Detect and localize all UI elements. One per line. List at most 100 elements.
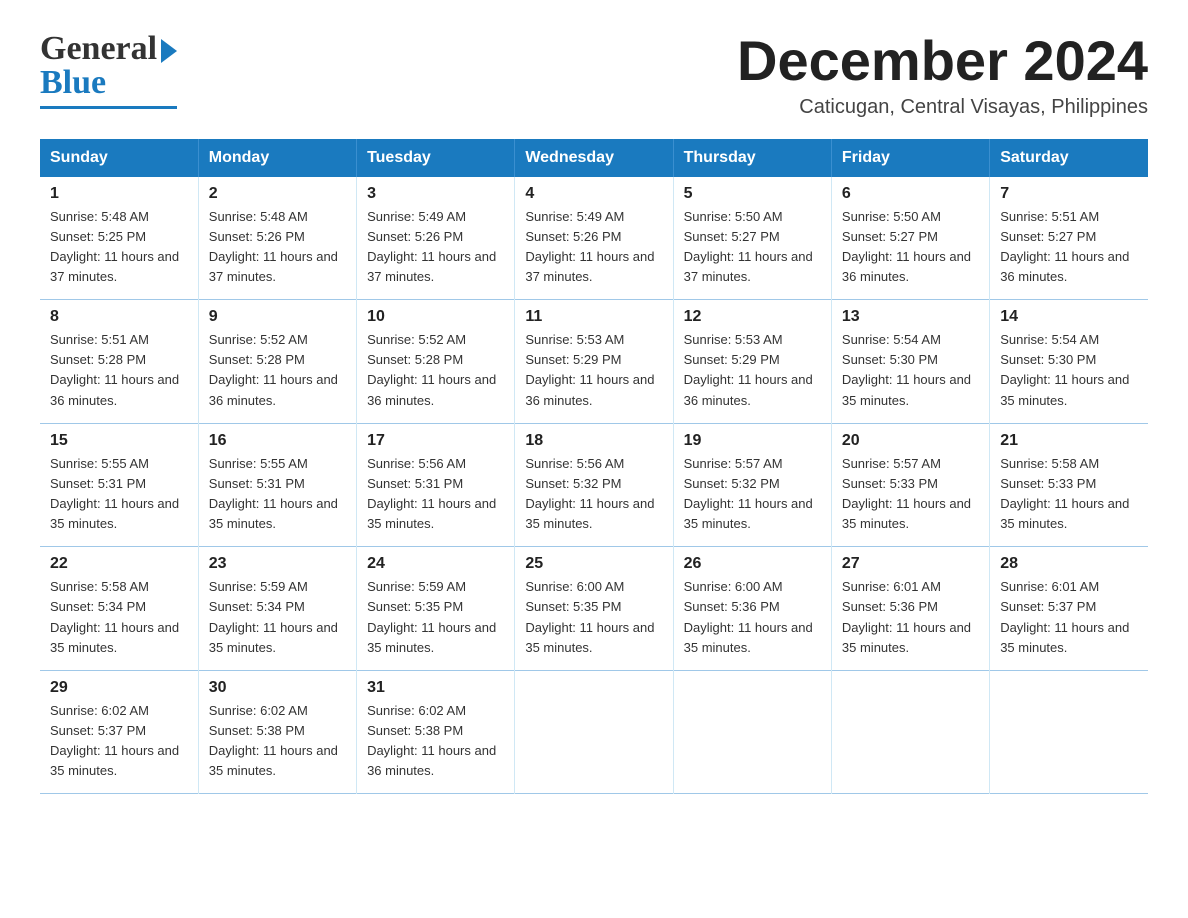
week-row-1: 1 Sunrise: 5:48 AMSunset: 5:25 PMDayligh… [40,177,1148,300]
day-number: 23 [209,555,346,573]
calendar-cell: 28 Sunrise: 6:01 AMSunset: 5:37 PMDaylig… [990,547,1148,671]
calendar-cell: 29 Sunrise: 6:02 AMSunset: 5:37 PMDaylig… [40,670,198,794]
day-number: 1 [50,185,188,203]
calendar-cell [515,670,673,794]
day-info: Sunrise: 5:59 AMSunset: 5:35 PMDaylight:… [367,577,504,658]
calendar-cell: 27 Sunrise: 6:01 AMSunset: 5:36 PMDaylig… [831,547,989,671]
day-info: Sunrise: 6:00 AMSunset: 5:35 PMDaylight:… [525,577,662,658]
day-info: Sunrise: 6:02 AMSunset: 5:38 PMDaylight:… [209,701,346,782]
day-info: Sunrise: 5:56 AMSunset: 5:32 PMDaylight:… [525,454,662,535]
day-number: 6 [842,185,979,203]
week-row-4: 22 Sunrise: 5:58 AMSunset: 5:34 PMDaylig… [40,547,1148,671]
day-number: 20 [842,432,979,450]
calendar-cell [831,670,989,794]
day-info: Sunrise: 5:52 AMSunset: 5:28 PMDaylight:… [367,330,504,411]
calendar-cell: 25 Sunrise: 6:00 AMSunset: 5:35 PMDaylig… [515,547,673,671]
logo: General Blue [40,30,177,109]
day-info: Sunrise: 5:58 AMSunset: 5:34 PMDaylight:… [50,577,188,658]
calendar-cell: 23 Sunrise: 5:59 AMSunset: 5:34 PMDaylig… [198,547,356,671]
day-number: 26 [684,555,821,573]
calendar-cell: 21 Sunrise: 5:58 AMSunset: 5:33 PMDaylig… [990,423,1148,547]
day-number: 7 [1000,185,1138,203]
day-number: 19 [684,432,821,450]
day-number: 15 [50,432,188,450]
calendar-cell: 9 Sunrise: 5:52 AMSunset: 5:28 PMDayligh… [198,300,356,424]
calendar-cell: 30 Sunrise: 6:02 AMSunset: 5:38 PMDaylig… [198,670,356,794]
calendar-header: SundayMondayTuesdayWednesdayThursdayFrid… [40,139,1148,177]
calendar-cell: 15 Sunrise: 5:55 AMSunset: 5:31 PMDaylig… [40,423,198,547]
calendar-cell [990,670,1148,794]
day-info: Sunrise: 5:51 AMSunset: 5:27 PMDaylight:… [1000,207,1138,288]
day-number: 29 [50,679,188,697]
calendar-cell: 4 Sunrise: 5:49 AMSunset: 5:26 PMDayligh… [515,177,673,300]
logo-underline [40,106,177,109]
day-info: Sunrise: 5:54 AMSunset: 5:30 PMDaylight:… [1000,330,1138,411]
day-number: 16 [209,432,346,450]
day-number: 14 [1000,308,1138,326]
calendar-cell: 20 Sunrise: 5:57 AMSunset: 5:33 PMDaylig… [831,423,989,547]
day-info: Sunrise: 5:50 AMSunset: 5:27 PMDaylight:… [684,207,821,288]
month-title: December 2024 [737,30,1148,92]
logo-general-text: General [40,30,157,68]
week-row-3: 15 Sunrise: 5:55 AMSunset: 5:31 PMDaylig… [40,423,1148,547]
calendar-cell: 31 Sunrise: 6:02 AMSunset: 5:38 PMDaylig… [357,670,515,794]
logo-bottom-line: Blue [40,64,106,102]
day-info: Sunrise: 5:57 AMSunset: 5:32 PMDaylight:… [684,454,821,535]
header-col-sunday: Sunday [40,139,198,177]
week-row-5: 29 Sunrise: 6:02 AMSunset: 5:37 PMDaylig… [40,670,1148,794]
day-info: Sunrise: 5:54 AMSunset: 5:30 PMDaylight:… [842,330,979,411]
day-number: 8 [50,308,188,326]
day-number: 31 [367,679,504,697]
header-col-thursday: Thursday [673,139,831,177]
day-number: 18 [525,432,662,450]
calendar-cell: 1 Sunrise: 5:48 AMSunset: 5:25 PMDayligh… [40,177,198,300]
day-number: 12 [684,308,821,326]
day-info: Sunrise: 5:53 AMSunset: 5:29 PMDaylight:… [525,330,662,411]
calendar-cell: 2 Sunrise: 5:48 AMSunset: 5:26 PMDayligh… [198,177,356,300]
calendar-cell: 5 Sunrise: 5:50 AMSunset: 5:27 PMDayligh… [673,177,831,300]
calendar-cell [673,670,831,794]
day-number: 17 [367,432,504,450]
logo-triangle-icon [161,39,177,63]
header-col-monday: Monday [198,139,356,177]
calendar-cell: 16 Sunrise: 5:55 AMSunset: 5:31 PMDaylig… [198,423,356,547]
day-info: Sunrise: 6:01 AMSunset: 5:36 PMDaylight:… [842,577,979,658]
title-section: December 2024 Caticugan, Central Visayas… [737,30,1148,119]
day-number: 27 [842,555,979,573]
day-info: Sunrise: 5:52 AMSunset: 5:28 PMDaylight:… [209,330,346,411]
day-number: 11 [525,308,662,326]
header-col-wednesday: Wednesday [515,139,673,177]
day-number: 3 [367,185,504,203]
calendar-table: SundayMondayTuesdayWednesdayThursdayFrid… [40,139,1148,795]
day-info: Sunrise: 5:55 AMSunset: 5:31 PMDaylight:… [209,454,346,535]
day-info: Sunrise: 5:49 AMSunset: 5:26 PMDaylight:… [367,207,504,288]
week-row-2: 8 Sunrise: 5:51 AMSunset: 5:28 PMDayligh… [40,300,1148,424]
day-info: Sunrise: 5:53 AMSunset: 5:29 PMDaylight:… [684,330,821,411]
day-info: Sunrise: 6:02 AMSunset: 5:37 PMDaylight:… [50,701,188,782]
day-number: 2 [209,185,346,203]
day-number: 13 [842,308,979,326]
calendar-cell: 13 Sunrise: 5:54 AMSunset: 5:30 PMDaylig… [831,300,989,424]
day-info: Sunrise: 6:01 AMSunset: 5:37 PMDaylight:… [1000,577,1138,658]
day-info: Sunrise: 5:49 AMSunset: 5:26 PMDaylight:… [525,207,662,288]
day-number: 10 [367,308,504,326]
header-col-tuesday: Tuesday [357,139,515,177]
calendar-cell: 6 Sunrise: 5:50 AMSunset: 5:27 PMDayligh… [831,177,989,300]
day-number: 9 [209,308,346,326]
day-number: 5 [684,185,821,203]
day-info: Sunrise: 5:59 AMSunset: 5:34 PMDaylight:… [209,577,346,658]
day-info: Sunrise: 5:50 AMSunset: 5:27 PMDaylight:… [842,207,979,288]
calendar-cell: 10 Sunrise: 5:52 AMSunset: 5:28 PMDaylig… [357,300,515,424]
day-info: Sunrise: 5:48 AMSunset: 5:25 PMDaylight:… [50,207,188,288]
day-number: 22 [50,555,188,573]
location-text: Caticugan, Central Visayas, Philippines [737,96,1148,119]
calendar-cell: 8 Sunrise: 5:51 AMSunset: 5:28 PMDayligh… [40,300,198,424]
calendar-cell: 14 Sunrise: 5:54 AMSunset: 5:30 PMDaylig… [990,300,1148,424]
day-number: 30 [209,679,346,697]
day-number: 25 [525,555,662,573]
calendar-cell: 12 Sunrise: 5:53 AMSunset: 5:29 PMDaylig… [673,300,831,424]
header-col-friday: Friday [831,139,989,177]
day-info: Sunrise: 5:57 AMSunset: 5:33 PMDaylight:… [842,454,979,535]
day-info: Sunrise: 5:51 AMSunset: 5:28 PMDaylight:… [50,330,188,411]
logo-top-line: General [40,30,177,68]
